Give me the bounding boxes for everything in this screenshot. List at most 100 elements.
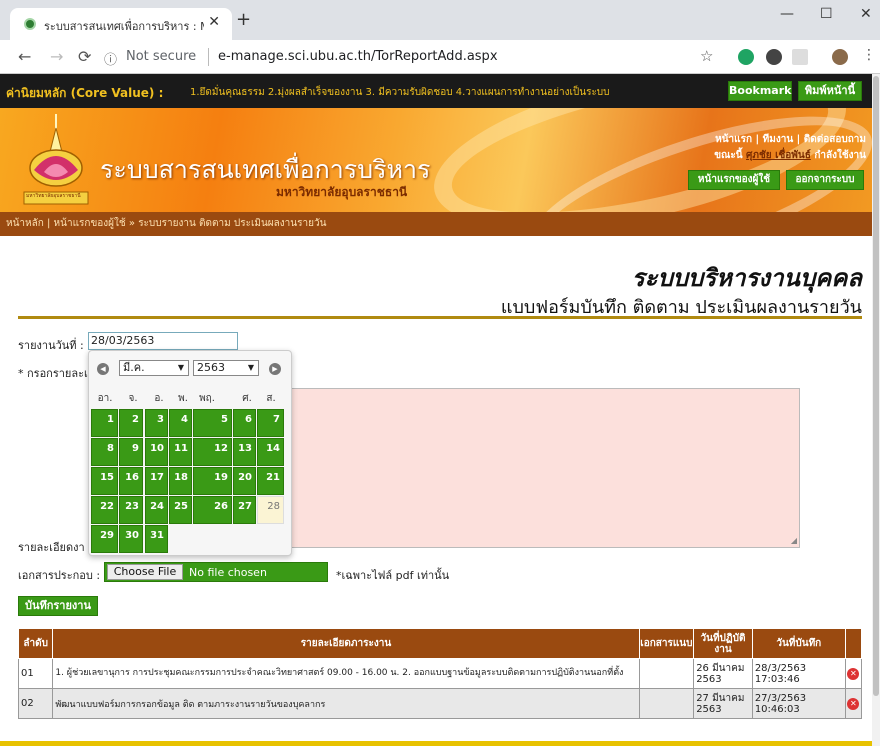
print-button[interactable]: พิมพ์หน้านี้ xyxy=(798,81,862,101)
weekday-label: พฤ. xyxy=(199,393,215,404)
address-bar[interactable]: ⓘ Not secure e-manage.sci.ubu.ac.th/TorR… xyxy=(104,46,724,70)
cell-attach xyxy=(638,658,695,689)
top-nav-links[interactable]: หน้าแรก | ทีมงาน | ติดต่อสอบถาม xyxy=(640,132,866,148)
scrollbar-thumb[interactable] xyxy=(873,76,879,696)
next-month-icon[interactable]: ▶ xyxy=(269,363,281,375)
header-banner: มหาวิทยาลัยอุบลราชธานี ระบบสารสนเทศเพื่อ… xyxy=(0,108,872,212)
calendar-day[interactable]: 3 xyxy=(145,409,168,437)
calendar-day[interactable]: 4 xyxy=(169,409,192,437)
report-date-input[interactable]: 28/03/2563 xyxy=(88,332,238,350)
site-favicon-icon xyxy=(24,18,36,30)
calendar-day[interactable]: 29 xyxy=(91,525,118,553)
calendar-day[interactable]: 21 xyxy=(257,467,284,495)
calendar-day[interactable]: 13 xyxy=(233,438,256,466)
weekday-label: พ. xyxy=(178,393,188,404)
browser-tab[interactable]: ระบบสารสนเทศเพื่อการบริหาร : Mana ✕ xyxy=(10,8,232,40)
calendar-day[interactable]: 27 xyxy=(233,496,256,524)
user-home-button[interactable]: หน้าแรกของผู้ใช้ xyxy=(688,170,780,190)
site-subtitle: มหาวิทยาลัยอุบลราชธานี xyxy=(276,185,408,199)
month-select[interactable]: มี.ค. ▼ xyxy=(119,360,189,376)
calendar-day[interactable]: 18 xyxy=(169,467,192,495)
browser-toolbar: ← → ⟳ ⓘ Not secure e-manage.sci.ubu.ac.t… xyxy=(0,40,880,74)
calendar-day[interactable]: 24 xyxy=(145,496,168,524)
calendar-day[interactable]: 22 xyxy=(91,496,118,524)
cell-record-date: 28/3/2563 17:03:46 xyxy=(751,658,846,689)
core-value-label: ค่านิยมหลัก (Core Value) : xyxy=(6,86,164,100)
now-suffix: กำลังใช้งาน xyxy=(814,150,866,161)
extension-icon[interactable] xyxy=(738,49,754,65)
url-text[interactable]: e-manage.sci.ubu.ac.th/TorReportAdd.aspx xyxy=(218,49,498,64)
calendar-day[interactable]: 19 xyxy=(193,467,232,495)
weekday-label: อา. xyxy=(97,393,113,404)
col-detail: รายละเอียดภาระงาน xyxy=(52,628,640,659)
calendar-day[interactable]: 31 xyxy=(145,525,168,553)
back-arrow-icon[interactable]: ← xyxy=(18,47,31,66)
logout-button[interactable]: ออกจากระบบ xyxy=(786,170,864,190)
report-table: ลำดับ รายละเอียดภาระงาน เอกสารแนบ วันที่… xyxy=(17,628,863,719)
calendar-day[interactable]: 14 xyxy=(257,438,284,466)
submit-report-button[interactable]: บันทึกรายงาน xyxy=(18,596,98,616)
window-close-button[interactable]: ✕ xyxy=(860,6,872,22)
calendar-day[interactable]: 30 xyxy=(119,525,143,553)
detail-label: รายละเอียดงา xyxy=(18,541,85,554)
calendar-day[interactable]: 12 xyxy=(193,438,232,466)
tab-close-icon[interactable]: ✕ xyxy=(208,14,220,30)
not-secure-label: Not secure xyxy=(126,49,197,64)
extension-icon-2[interactable] xyxy=(766,49,782,65)
fill-detail-label: * กรอกรายละเ xyxy=(18,367,88,380)
calendar-day[interactable]: 26 xyxy=(193,496,232,524)
col-attach: เอกสารแนบ xyxy=(638,628,695,659)
menu-kebab-icon[interactable]: ⋮ xyxy=(862,47,876,63)
year-dropdown-icon: ▼ xyxy=(247,363,254,372)
calendar-day[interactable]: 7 xyxy=(257,409,284,437)
date-label: รายงานวันที่ : xyxy=(18,339,84,352)
datepicker-popup: ◀ มี.ค. ▼ 2563 ▼ ▶ อา. จ. อ. พ. พฤ. ศ. ส. 1 2 3 4 5 6 7… xyxy=(88,350,292,556)
cell-detail: 1. ผู้ช่วยเลขานุการ การประชุมคณะกรรมการป… xyxy=(52,658,640,689)
now-prefix: ขณะนี้ xyxy=(714,150,743,161)
forward-arrow-icon[interactable]: → xyxy=(50,47,63,66)
calendar-day[interactable]: 9 xyxy=(119,438,143,466)
calendar-day[interactable]: 11 xyxy=(169,438,192,466)
minimize-button[interactable]: — xyxy=(780,6,794,22)
cell-work-date: 26 มีนาคม 2563 xyxy=(693,658,753,689)
calendar-day[interactable]: 17 xyxy=(145,467,168,495)
delete-icon[interactable]: ✕ xyxy=(844,658,863,689)
breadcrumb[interactable]: หน้าหลัก | หน้าแรกของผู้ใช้ » ระบบรายงาน… xyxy=(0,212,872,236)
col-record-date: วันที่บันทึก xyxy=(751,628,846,659)
pdf-extension-icon[interactable] xyxy=(792,49,808,65)
year-select[interactable]: 2563 ▼ xyxy=(193,360,259,376)
bookmark-star-icon[interactable]: ☆ xyxy=(700,47,713,65)
no-file-text: No file chosen xyxy=(189,566,267,579)
file-input[interactable]: Choose File No file chosen xyxy=(104,562,328,582)
tab-title: ระบบสารสนเทศเพื่อการบริหาร : Mana xyxy=(44,20,204,33)
calendar-day[interactable]: 6 xyxy=(233,409,256,437)
calendar-day[interactable]: 20 xyxy=(233,467,256,495)
calendar-day[interactable]: 15 xyxy=(91,467,118,495)
detail-textarea[interactable]: ◢ xyxy=(290,388,800,548)
calendar-day[interactable]: 2 xyxy=(119,409,143,437)
calendar-day-selected[interactable]: 28 xyxy=(257,496,284,524)
prev-month-icon[interactable]: ◀ xyxy=(97,363,109,375)
user-name-link[interactable]: ศุภชัย เชื่อพันธ์ xyxy=(746,150,811,161)
calendar-day[interactable]: 10 xyxy=(145,438,168,466)
bookmark-button[interactable]: Bookmark xyxy=(728,81,792,101)
calendar-day[interactable]: 5 xyxy=(193,409,232,437)
calendar-day[interactable]: 16 xyxy=(119,467,143,495)
pdf-note: *เฉพาะไฟล์ pdf เท่านั้น xyxy=(336,569,450,582)
new-tab-button[interactable]: + xyxy=(236,11,251,29)
calendar-day[interactable]: 23 xyxy=(119,496,143,524)
month-dropdown-icon: ▼ xyxy=(177,363,184,372)
calendar-day[interactable]: 1 xyxy=(91,409,118,437)
maximize-button[interactable]: ☐ xyxy=(820,6,833,22)
choose-file-button[interactable]: Choose File xyxy=(107,564,183,580)
calendar-day[interactable]: 8 xyxy=(91,438,118,466)
delete-icon[interactable]: ✕ xyxy=(844,688,863,719)
info-icon[interactable]: ⓘ xyxy=(104,49,117,68)
table-row[interactable]: 01 1. ผู้ช่วยเลขานุการ การประชุมคณะกรรมก… xyxy=(17,658,863,689)
table-header-row: ลำดับ รายละเอียดภาระงาน เอกสารแนบ วันที่… xyxy=(17,628,863,659)
reload-icon[interactable]: ⟳ xyxy=(78,47,91,66)
profile-avatar-icon[interactable] xyxy=(832,49,848,65)
table-row[interactable]: 02 พัฒนาแบบฟอร์มการกรอกข้อมูล ติด ตามภาร… xyxy=(17,688,863,719)
resize-handle-icon[interactable]: ◢ xyxy=(791,536,797,545)
calendar-day[interactable]: 25 xyxy=(169,496,192,524)
